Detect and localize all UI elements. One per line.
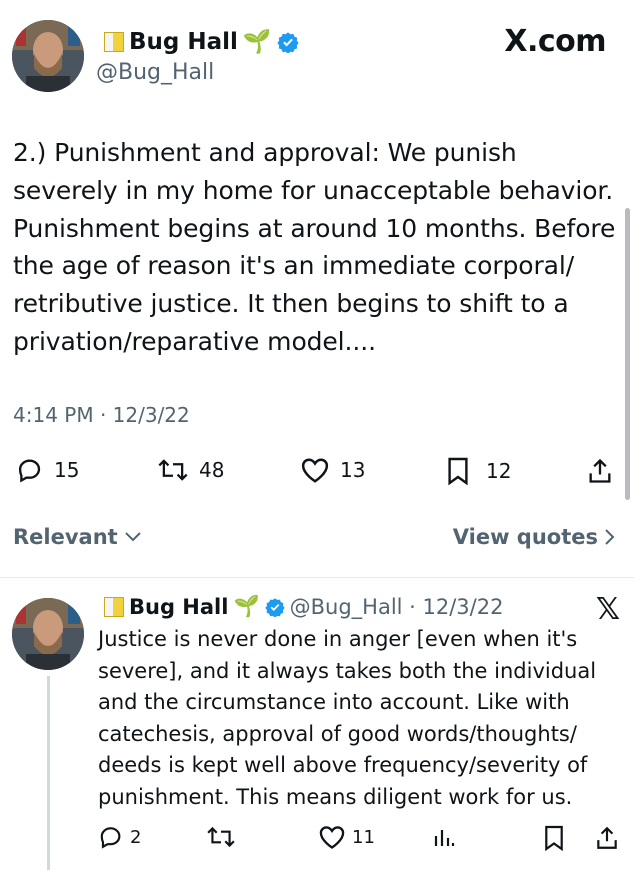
tab-relevant-label: Relevant (13, 525, 118, 549)
avatar-image (12, 20, 84, 92)
views-icon (434, 830, 455, 846)
reply-like-button[interactable]: 11 (318, 824, 375, 850)
share-button[interactable] (586, 456, 614, 486)
vatican-flag-icon (104, 31, 124, 52)
reply-author-name[interactable]: Bug Hall (129, 595, 228, 619)
site-label: X.com (504, 24, 606, 59)
view-quotes-link[interactable]: View quotes (453, 525, 616, 549)
reply-reply-button[interactable]: 2 (98, 824, 141, 850)
bookmark-icon (545, 825, 563, 852)
reply-avatar-image (12, 598, 84, 670)
reply-views-button[interactable] (432, 824, 456, 850)
scrollbar[interactable] (625, 208, 630, 500)
avatar[interactable] (12, 20, 84, 92)
repost-count: 48 (199, 458, 225, 482)
reply-button[interactable]: 15 (16, 456, 79, 484)
repost-icon (207, 826, 235, 848)
chevron-right-icon (605, 529, 615, 545)
author-name[interactable]: Bug Hall (129, 29, 238, 55)
like-button[interactable]: 13 (300, 456, 365, 484)
repost-button[interactable]: 48 (157, 456, 224, 484)
bookmark-icon (448, 457, 468, 486)
verified-icon (276, 31, 299, 53)
seedling-emoji: 🌱 (242, 29, 272, 55)
reply-header[interactable]: Bug Hall 🌱 @Bug_Hall · 12/3/22 (104, 594, 503, 619)
reply-icon (18, 459, 41, 483)
like-count: 13 (340, 458, 366, 482)
tweet-timestamp[interactable]: 4:14 PM · 12/3/22 (13, 403, 190, 427)
reply-handle-date[interactable]: @Bug_Hall · 12/3/22 (290, 595, 504, 619)
chevron-down-icon (124, 532, 141, 542)
reply-icon (100, 827, 121, 849)
reply-bookmark-button[interactable] (543, 824, 565, 852)
reply-text: Justice is never done in anger [even whe… (98, 627, 597, 809)
verified-icon (264, 597, 285, 617)
author-name-row[interactable]: Bug Hall 🌱 (104, 28, 299, 55)
vatican-flag-icon (104, 596, 124, 617)
repost-icon (158, 459, 188, 481)
share-icon (589, 458, 611, 483)
like-icon (319, 826, 345, 849)
tweet-text: 2.) Punishment and approval: We punish s… (13, 138, 616, 356)
author-handle[interactable]: @Bug_Hall (96, 60, 214, 85)
thread-line (47, 676, 50, 870)
seedling-emoji: 🌱 (233, 594, 260, 618)
divider (0, 577, 634, 578)
reply-like-count: 11 (352, 826, 375, 848)
x-logo-icon: 𝕏 (595, 592, 620, 627)
reply-avatar[interactable] (12, 598, 84, 670)
view-quotes-label: View quotes (452, 525, 598, 549)
bookmark-button[interactable]: 12 (446, 456, 511, 486)
reply-count: 15 (54, 458, 80, 482)
reply-share-button[interactable] (594, 824, 620, 852)
tab-relevant[interactable]: Relevant (13, 525, 142, 549)
reply-reply-count: 2 (130, 826, 142, 848)
like-icon (301, 458, 329, 483)
reply-repost-button[interactable] (206, 824, 236, 850)
share-icon (597, 826, 617, 849)
bookmark-count: 12 (486, 459, 512, 483)
